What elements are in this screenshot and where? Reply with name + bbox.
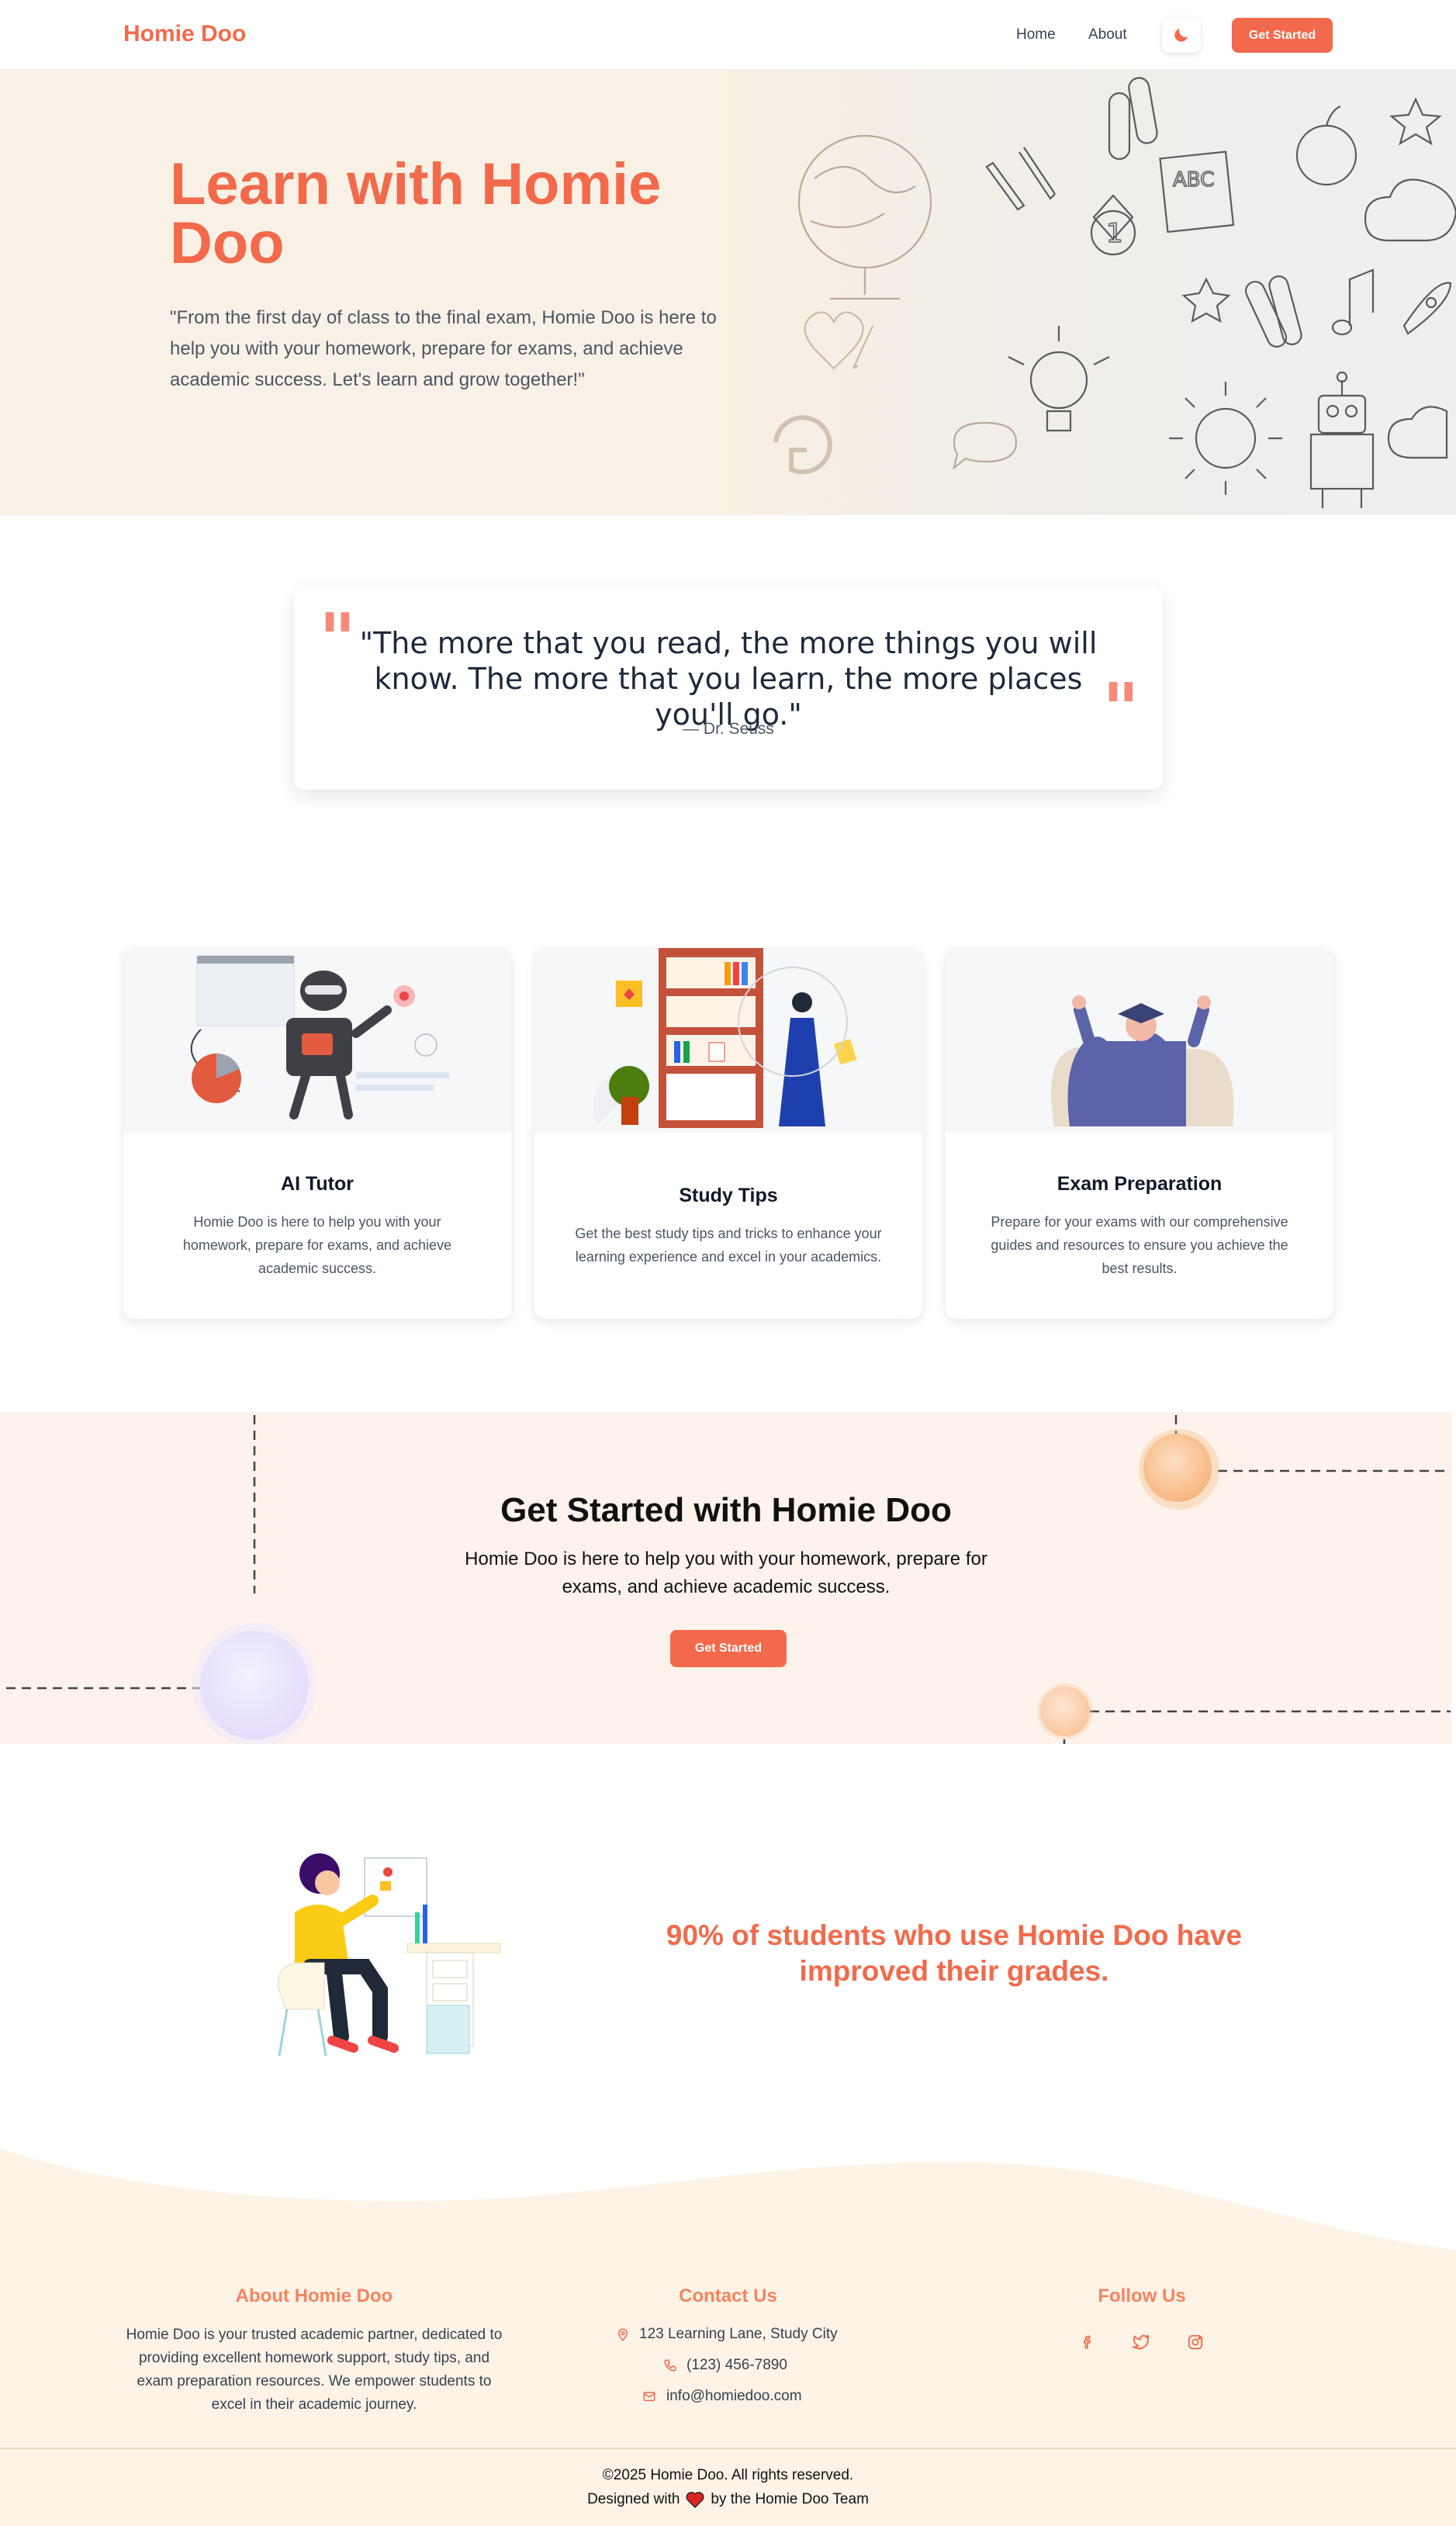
student-desk-illustration xyxy=(271,1850,504,2064)
feature-card-study-tips[interactable]: Study Tips Get the best study tips and t… xyxy=(534,948,922,1319)
feature-title: Study Tips xyxy=(679,1185,778,1206)
nav-link-home[interactable]: Home xyxy=(1016,26,1056,43)
designed-by-suffix: by the Homie Doo Team xyxy=(711,2491,869,2507)
theme-toggle-button[interactable] xyxy=(1162,17,1201,53)
exam-preparation-illustration xyxy=(946,948,1333,1133)
cta-title: Get Started with Homie Doo xyxy=(500,1491,952,1529)
contact-address: 123 Learning Lane, Study City xyxy=(616,2326,838,2343)
instagram-icon[interactable] xyxy=(1184,2330,1207,2354)
ai-tutor-illustration xyxy=(123,948,511,1133)
quote-author: — Dr. Seuss xyxy=(683,720,774,738)
footer-contact-title: Contact Us xyxy=(679,2286,777,2306)
quote-text: "The more that you read, the more things… xyxy=(359,626,1098,732)
footer-follow-title: Follow Us xyxy=(1098,2286,1186,2306)
cta-text: Homie Doo is here to help you with your … xyxy=(465,1548,987,1597)
map-pin-icon xyxy=(617,2328,628,2341)
hero-section: ABC 1 Learn with Homie Doo "From the fir… xyxy=(0,70,1456,515)
designed-by-prefix: Designed with xyxy=(587,2491,680,2507)
mail-icon xyxy=(643,2392,655,2401)
feature-text: Prepare for your exams with our comprehe… xyxy=(991,1214,1288,1276)
quote-card: " " "The more that you read, the more th… xyxy=(294,587,1163,790)
copyright-text: ©2025 Homie Doo. All rights reserved. xyxy=(602,2467,854,2483)
contact-phone[interactable]: (123) 456-7890 xyxy=(663,2357,787,2374)
stat-text: 90% of students who use Homie Doo have i… xyxy=(666,1919,1243,1987)
contact-email[interactable]: info@homiedoo.com xyxy=(642,2388,802,2405)
cta-section: Get Started with Homie Doo Homie Doo is … xyxy=(0,1412,1452,1744)
footer-about-title: About Homie Doo xyxy=(235,2286,393,2306)
designed-by-line: Designed with by the Homie Doo Team xyxy=(0,2491,1456,2508)
study-tips-illustration xyxy=(534,948,922,1133)
contact-phone-text: (123) 456-7890 xyxy=(686,2357,787,2373)
phone-icon xyxy=(664,2359,676,2372)
nav-get-started-button[interactable]: Get Started xyxy=(1232,18,1333,53)
feature-card-exam-preparation[interactable]: Exam Preparation Prepare for your exams … xyxy=(946,948,1333,1319)
hero-title: Learn with Homie Doo xyxy=(170,151,662,276)
svg-text:1: 1 xyxy=(1106,218,1123,249)
feature-title: Exam Preparation xyxy=(1057,1173,1223,1195)
hero-description: "From the first day of class to the fina… xyxy=(170,307,717,390)
nav-link-about[interactable]: About xyxy=(1088,26,1127,43)
svg-text:ABC: ABC xyxy=(1173,168,1214,192)
twitter-icon[interactable] xyxy=(1129,2330,1153,2354)
feature-text: Get the best study tips and tricks to en… xyxy=(575,1226,882,1265)
feature-card-ai-tutor[interactable]: AI Tutor Homie Doo is here to help you w… xyxy=(123,948,511,1319)
feature-title: AI Tutor xyxy=(281,1173,354,1195)
hero-doodle-illustration: ABC 1 xyxy=(729,70,1456,515)
heart-icon xyxy=(686,2492,704,2508)
facebook-icon[interactable] xyxy=(1076,2330,1099,2354)
navbar: Homie Doo Home About Get Started xyxy=(0,0,1456,70)
footer-about-text: Homie Doo is your trusted academic partn… xyxy=(126,2327,503,2413)
contact-email-text: info@homiedoo.com xyxy=(666,2388,802,2404)
feature-text: Homie Doo is here to help you with your … xyxy=(182,1214,452,1276)
logo[interactable]: Homie Doo xyxy=(123,21,246,47)
moon-icon xyxy=(1174,29,1188,42)
cta-get-started-button[interactable]: Get Started xyxy=(670,1630,787,1667)
contact-address-text: 123 Learning Lane, Study City xyxy=(639,2326,838,2342)
